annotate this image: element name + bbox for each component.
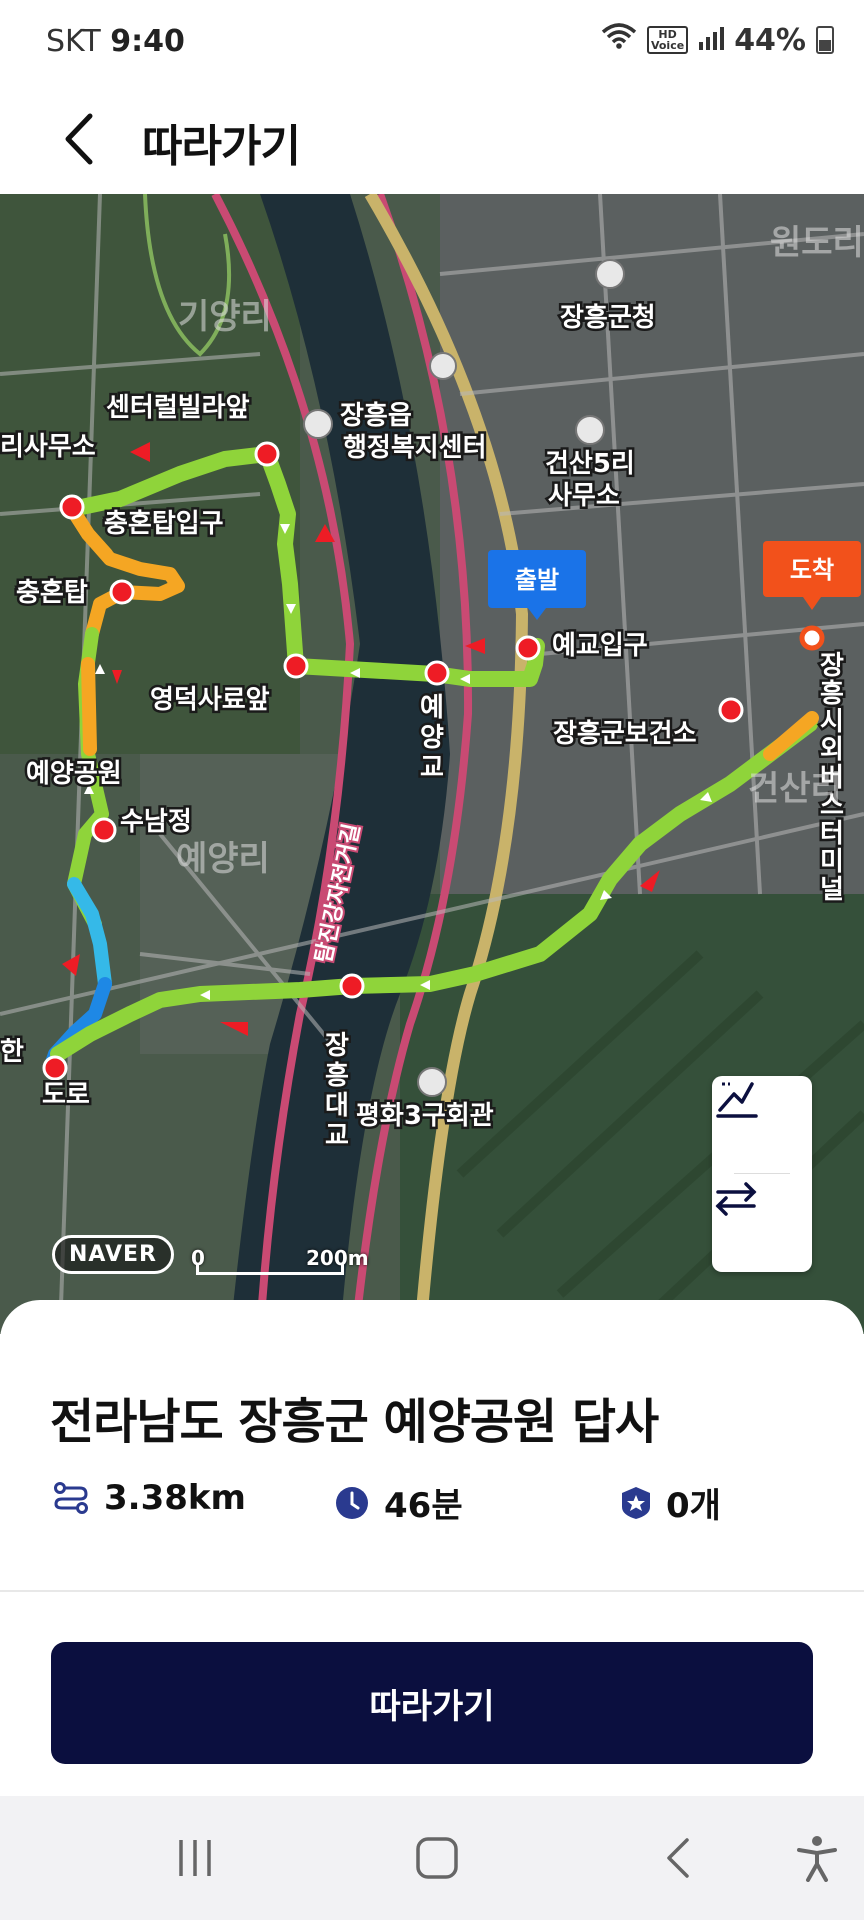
home-icon <box>416 1837 458 1879</box>
wifi-icon <box>601 22 637 58</box>
battery-percent: 44% <box>734 22 806 58</box>
svg-text:예교입구: 예교입구 <box>552 631 648 661</box>
hd-voice-icon: HD Voice <box>646 26 689 54</box>
svg-text:예양공원: 예양공원 <box>26 759 122 789</box>
map-controls <box>712 1076 812 1272</box>
svg-text:원도리: 원도리 <box>770 223 864 263</box>
svg-text:도로: 도로 <box>42 1080 90 1110</box>
distance-value: 3.38km <box>104 1478 246 1518</box>
svg-text:양: 양 <box>420 723 444 753</box>
map-scale-bar <box>196 1264 344 1275</box>
svg-text:평화3구회관: 평화3구회관 <box>356 1101 494 1131</box>
svg-text:교: 교 <box>325 1121 349 1151</box>
badge-count-value: 0개 <box>666 1486 721 1526</box>
route-distance-icon <box>54 1482 88 1514</box>
route-map[interactable]: 출발 도착 장흥군청 장흥읍 행정복지센터 건산5리 사무소 센터럴빌라앞 충혼… <box>0 194 864 1334</box>
svg-text:예양리: 예양리 <box>176 839 270 879</box>
svg-text:장: 장 <box>325 1031 349 1061</box>
swap-direction-icon <box>715 1182 757 1216</box>
back-icon <box>667 1838 689 1878</box>
chevron-left-icon <box>65 113 93 165</box>
label-jangheung-office: 장흥읍 <box>340 401 412 431</box>
svg-text:시: 시 <box>820 707 844 737</box>
svg-text:센터럴빌라앞: 센터럴빌라앞 <box>106 393 250 423</box>
recent-apps-icon <box>179 1840 211 1876</box>
status-bar: SKT 9:40 HD Voice 44% <box>0 0 864 88</box>
svg-text:장흥군청: 장흥군청 <box>560 303 656 333</box>
app-header: 따라가기 <box>0 88 864 194</box>
svg-text:기양리: 기양리 <box>178 297 272 337</box>
home-button[interactable] <box>402 1826 472 1890</box>
elevation-button[interactable] <box>712 1076 812 1172</box>
status-carrier-time: SKT 9:40 <box>46 24 185 59</box>
svg-text:사무소: 사무소 <box>548 481 620 511</box>
svg-text:수남정: 수남정 <box>120 807 192 837</box>
time-stat: 46분 <box>334 1478 463 1527</box>
svg-text:터: 터 <box>820 819 844 849</box>
svg-text:흥: 흥 <box>325 1061 349 1091</box>
svg-text:도착: 도착 <box>790 556 834 584</box>
svg-text:건산리: 건산리 <box>748 769 842 809</box>
svg-text:예: 예 <box>420 693 444 723</box>
badge-stat: 0개 <box>620 1478 721 1527</box>
back-button[interactable] <box>50 104 120 174</box>
svg-text:미: 미 <box>820 847 844 877</box>
svg-text:외: 외 <box>820 735 844 765</box>
accessibility-icon <box>797 1836 837 1882</box>
swap-direction-button[interactable] <box>712 1174 812 1270</box>
svg-text:교: 교 <box>420 753 444 783</box>
svg-text:장흥군보건소: 장흥군보건소 <box>553 719 697 749</box>
svg-text:한: 한 <box>0 1037 24 1067</box>
elevation-chart-icon <box>716 1082 758 1118</box>
svg-text:리사무소: 리사무소 <box>0 432 96 462</box>
carrier-label: SKT <box>46 24 101 59</box>
svg-text:충혼탑입구: 충혼탑입구 <box>104 509 224 539</box>
follow-button[interactable]: 따라가기 <box>51 1642 813 1764</box>
page-title: 따라가기 <box>142 121 301 172</box>
status-icons: HD Voice 44% <box>601 22 834 58</box>
battery-icon <box>816 26 834 54</box>
route-title: 전라남도 장흥군 예양공원 답사 <box>50 1394 659 1450</box>
system-nav-bar <box>0 1796 864 1920</box>
svg-text:널: 널 <box>820 875 844 905</box>
recent-apps-button[interactable] <box>160 1826 230 1890</box>
time-value: 46분 <box>384 1486 463 1526</box>
naver-logo: NAVER <box>52 1235 174 1274</box>
svg-text:행정복지센터: 행정복지센터 <box>343 433 487 463</box>
svg-text:흥: 흥 <box>820 679 844 709</box>
clock: 9:40 <box>110 24 185 59</box>
svg-text:출발: 출발 <box>515 566 559 594</box>
clock-icon <box>336 1486 368 1519</box>
accessibility-button[interactable] <box>782 1826 852 1890</box>
route-info-sheet: 전라남도 장흥군 예양공원 답사 3.38km 46분 0개 따라가기 <box>0 1300 864 1796</box>
svg-text:건산5리: 건산5리 <box>545 449 635 479</box>
svg-text:대: 대 <box>325 1091 349 1121</box>
system-back-button[interactable] <box>644 1826 714 1890</box>
distance-stat: 3.38km <box>52 1478 246 1518</box>
sheet-divider <box>0 1590 864 1592</box>
svg-text:영덕사료앞: 영덕사료앞 <box>150 685 270 715</box>
svg-text:충혼탑: 충혼탑 <box>16 578 88 608</box>
signal-icon <box>698 23 725 58</box>
star-shield-icon <box>622 1486 650 1519</box>
svg-text:장: 장 <box>820 651 844 681</box>
